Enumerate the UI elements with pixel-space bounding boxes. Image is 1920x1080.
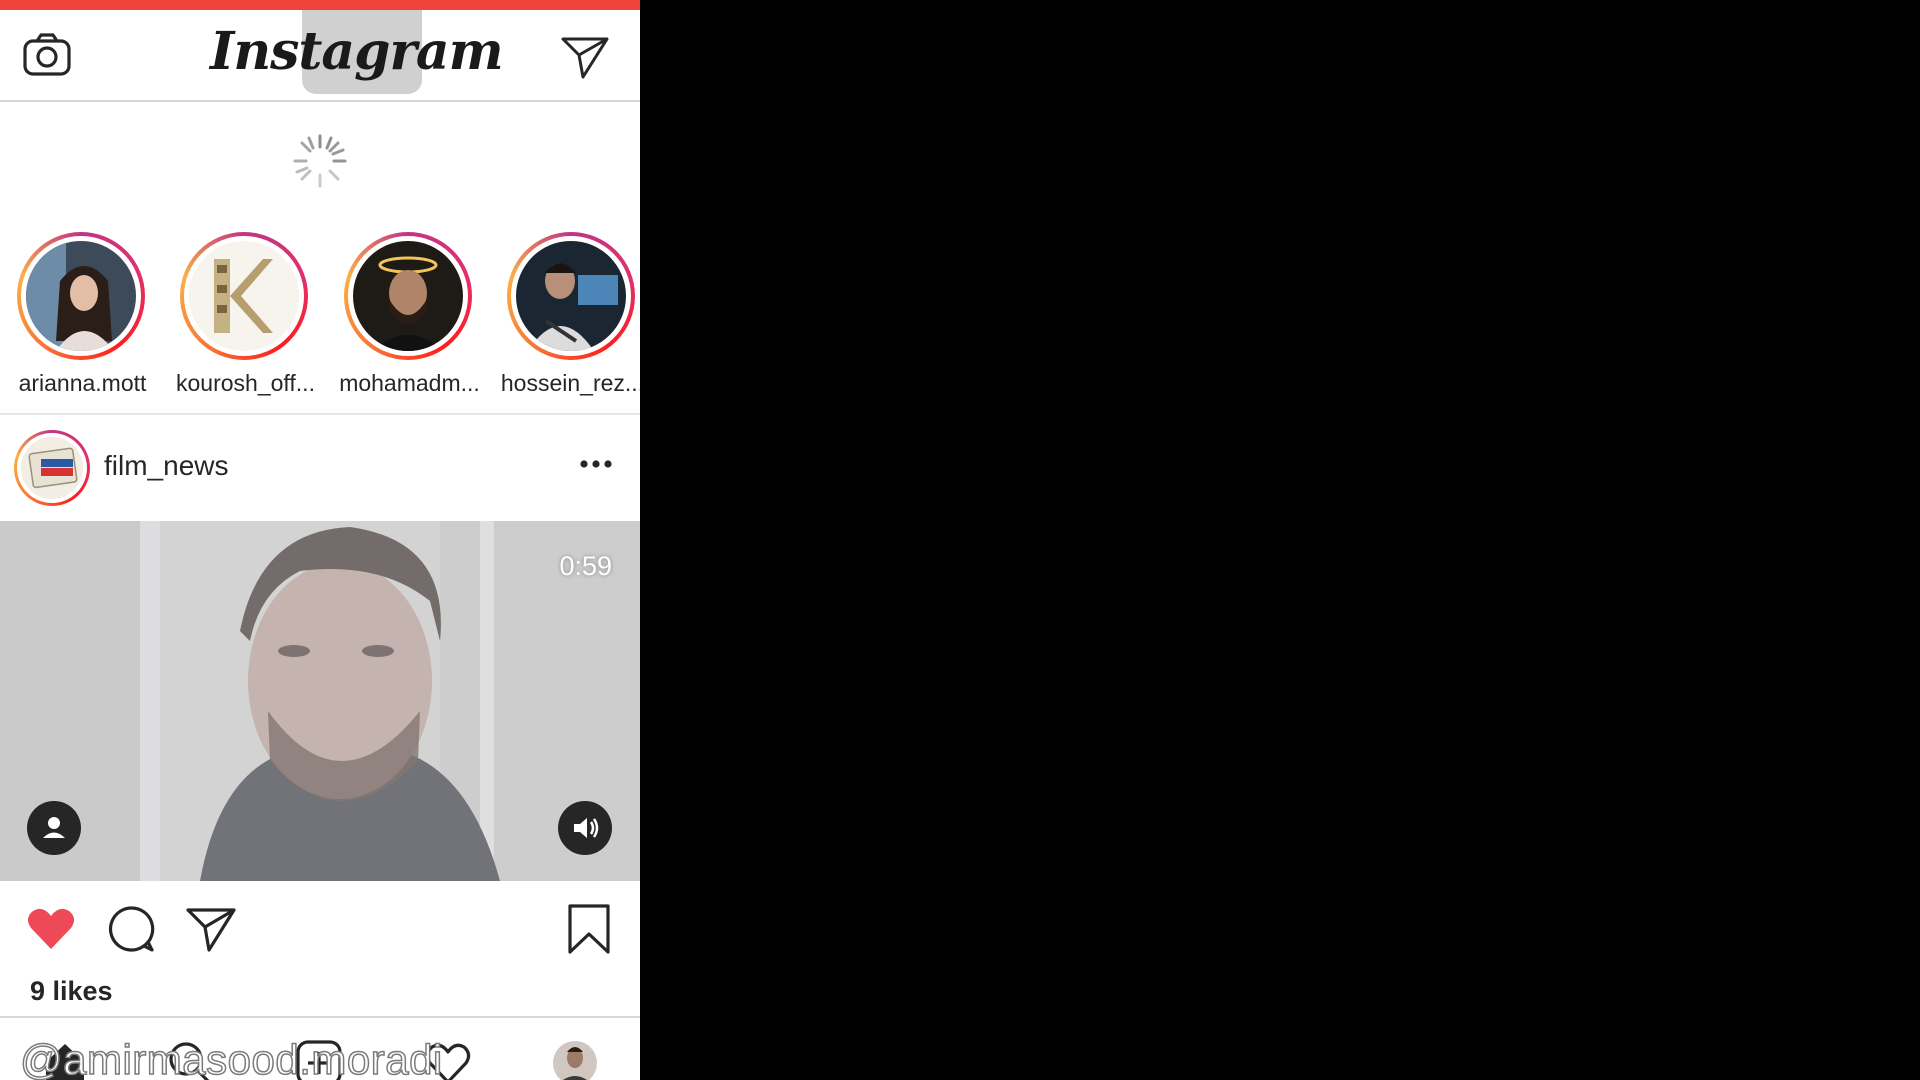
post-header: film_news bbox=[0, 416, 640, 520]
story-username: mohamadm... bbox=[339, 370, 480, 396]
status-bar bbox=[0, 0, 640, 10]
post-avatar[interactable] bbox=[14, 430, 90, 506]
story-ring bbox=[344, 232, 472, 360]
post-video[interactable]: 0:59 bbox=[0, 521, 640, 881]
top-header: Instagram bbox=[0, 10, 640, 102]
story-ring bbox=[180, 232, 308, 360]
story-item[interactable]: mohamadm... bbox=[327, 230, 492, 400]
video-frame bbox=[0, 521, 640, 881]
story-avatar bbox=[516, 241, 626, 351]
story-item[interactable]: arianna.mott bbox=[0, 230, 165, 400]
phone-screen: Instagram arianna.mott kourosh_off... mo… bbox=[0, 0, 640, 1080]
story-username: hossein_rez... bbox=[500, 370, 640, 396]
story-ring bbox=[17, 232, 145, 360]
empty-background bbox=[640, 0, 1920, 1080]
story-item[interactable]: kourosh_off... bbox=[163, 230, 328, 400]
camera-icon[interactable] bbox=[22, 32, 72, 78]
story-item[interactable]: hossein_rez... bbox=[490, 230, 640, 400]
loading-spinner-icon bbox=[293, 134, 347, 188]
instagram-logo: Instagram bbox=[210, 21, 504, 82]
story-username: arianna.mott bbox=[18, 370, 147, 396]
speaker-icon bbox=[574, 818, 599, 838]
user-icon bbox=[43, 817, 65, 838]
post-actions bbox=[0, 890, 640, 970]
video-duration: 0:59 bbox=[559, 551, 612, 581]
stories-tray: arianna.mott kourosh_off... mohamadm... … bbox=[0, 230, 640, 410]
story-avatar bbox=[353, 241, 463, 351]
sound-toggle-button[interactable] bbox=[558, 801, 612, 855]
post-username[interactable]: film_news bbox=[104, 450, 228, 482]
heart-icon[interactable] bbox=[24, 902, 78, 956]
watermark: @amirmasood.moradi bbox=[19, 1035, 443, 1080]
likes-count[interactable]: 9 likes bbox=[30, 976, 113, 1007]
comment-icon[interactable] bbox=[104, 902, 158, 956]
story-avatar bbox=[189, 241, 299, 351]
story-ring bbox=[507, 232, 635, 360]
paper-plane-icon[interactable] bbox=[560, 34, 610, 80]
profile-avatar[interactable] bbox=[550, 1038, 600, 1080]
divider bbox=[0, 413, 640, 415]
tagged-people-button[interactable] bbox=[27, 801, 81, 855]
share-icon[interactable] bbox=[184, 902, 238, 956]
story-username: kourosh_off... bbox=[176, 370, 315, 396]
more-options-icon[interactable] bbox=[578, 452, 614, 476]
bookmark-icon[interactable] bbox=[562, 902, 616, 956]
story-avatar bbox=[26, 241, 136, 351]
